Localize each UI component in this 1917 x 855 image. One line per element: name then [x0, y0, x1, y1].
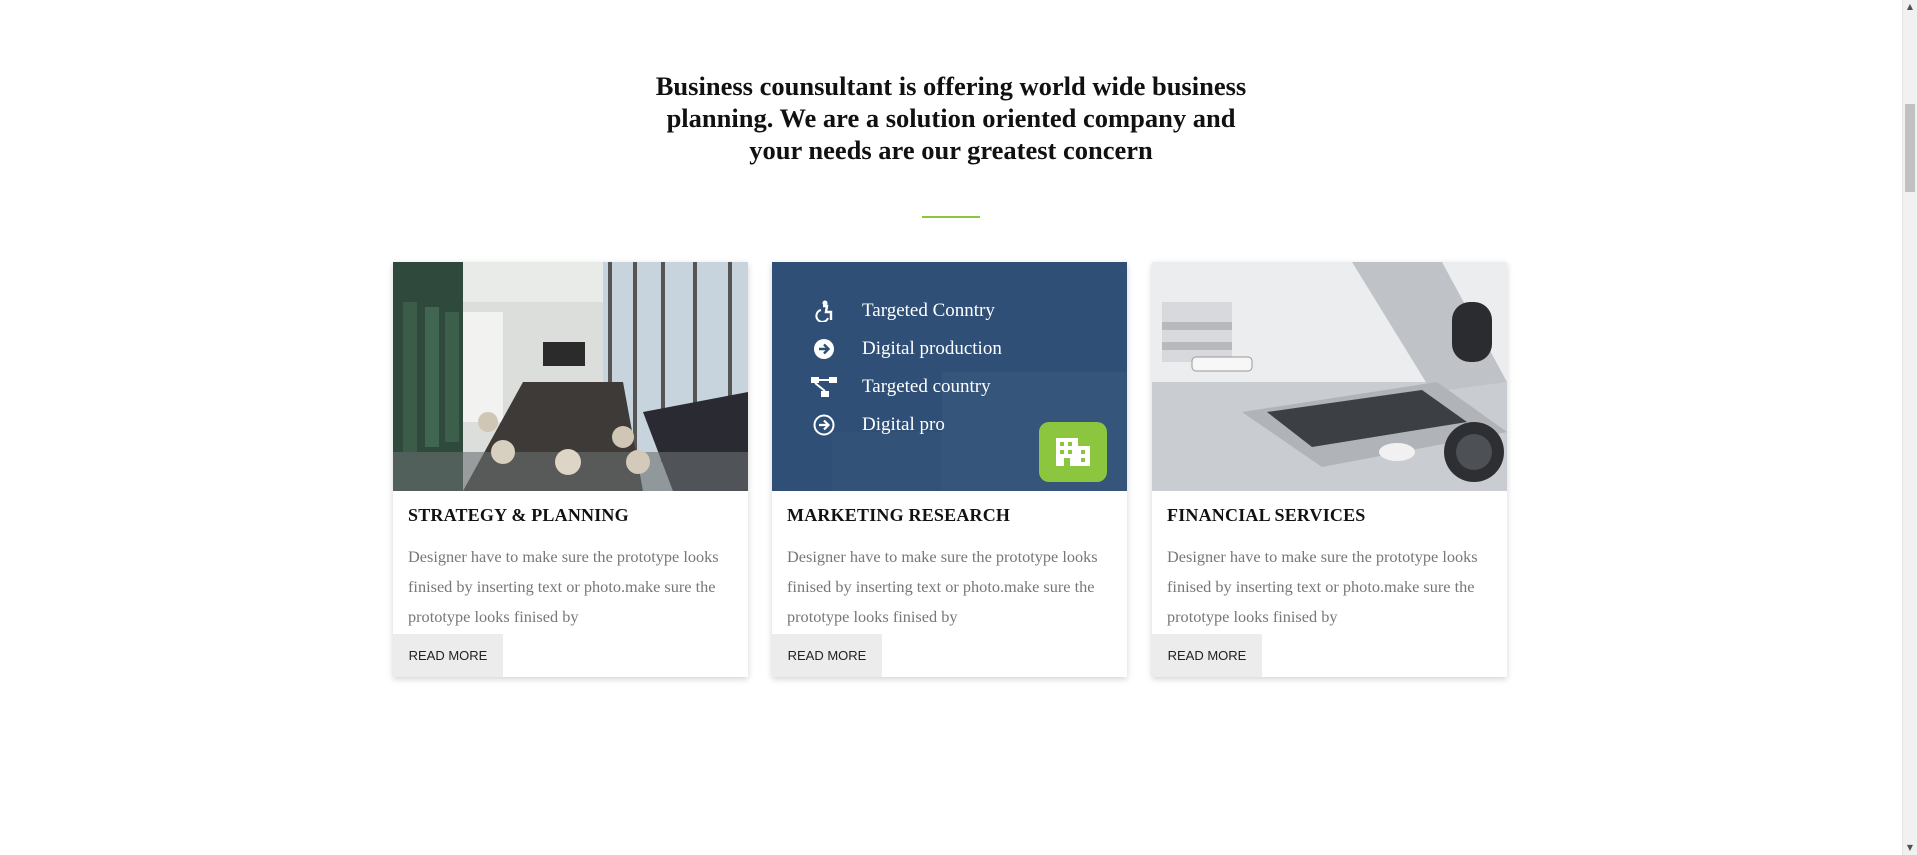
read-more-button[interactable]: READ MORE: [1152, 634, 1262, 677]
card-title: MARKETING RESEARCH: [787, 505, 1011, 525]
feature-label: Digital pro: [862, 414, 945, 435]
arrow-circle-right-outline-icon: [810, 411, 838, 439]
building-icon: [1054, 434, 1092, 471]
laptop-desk-photo: [1152, 262, 1507, 491]
card-title: FINANCIAL SERVICES: [1167, 505, 1366, 525]
conference-room-photo: [393, 262, 748, 491]
feature-item: Digital production: [810, 330, 1002, 368]
feature-label: Targeted country: [862, 376, 991, 397]
section-headline: Business counsultant is offering world w…: [655, 71, 1247, 165]
accessibility-icon: [810, 297, 838, 325]
page: Business counsultant is offering world w…: [0, 0, 1902, 855]
headline-divider: [922, 216, 980, 218]
read-more-button[interactable]: READ MORE: [772, 634, 882, 677]
card-description: Designer have to make sure the prototype…: [408, 547, 719, 626]
building-badge: [1039, 422, 1107, 482]
feature-list: Targeted Conntry Digital production Targ…: [810, 292, 1002, 444]
read-more-button[interactable]: READ MORE: [393, 634, 503, 677]
scrollbar-thumb[interactable]: [1905, 104, 1915, 192]
scroll-down-arrow-icon[interactable]: ▼: [1903, 841, 1917, 855]
feature-item: Digital pro: [810, 406, 1002, 444]
arrow-circle-right-icon: [810, 335, 838, 363]
vertical-scrollbar[interactable]: ▲ ▼: [1902, 0, 1917, 855]
service-card-financial: FINANCIAL SERVICES Designer have to make…: [1152, 262, 1507, 677]
feature-item: Targeted Conntry: [810, 292, 1002, 330]
card-description: Designer have to make sure the prototype…: [1167, 547, 1478, 626]
scroll-up-arrow-icon[interactable]: ▲: [1903, 0, 1917, 14]
feature-label: Targeted Conntry: [862, 300, 995, 321]
service-card-strategy: STRATEGY & PLANNING Designer have to mak…: [393, 262, 748, 677]
card-title: STRATEGY & PLANNING: [408, 505, 629, 525]
feature-label: Digital production: [862, 338, 1002, 359]
service-card-marketing: Targeted Conntry Digital production Targ…: [772, 262, 1127, 677]
card-description: Designer have to make sure the prototype…: [787, 547, 1098, 626]
sitemap-icon: [810, 373, 838, 401]
marketing-feature-panel: Targeted Conntry Digital production Targ…: [772, 262, 1127, 491]
feature-item: Targeted country: [810, 368, 1002, 406]
